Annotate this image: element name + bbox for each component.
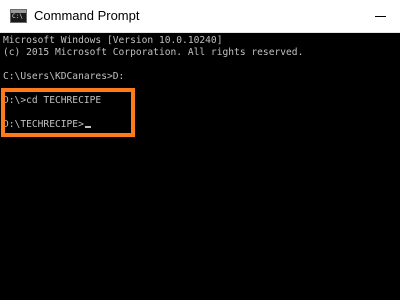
- window-title: Command Prompt: [34, 8, 140, 23]
- minimize-icon: [375, 16, 386, 17]
- minimize-button[interactable]: [365, 5, 395, 27]
- console-line-version: Microsoft Windows [Version 10.0.10240]: [3, 35, 223, 46]
- prompt-text: D:\TECHRECIPE>: [3, 119, 84, 130]
- console-line-copyright: (c) 2015 Microsoft Corporation. All righ…: [3, 47, 304, 58]
- title-bar[interactable]: C:\ Command Prompt: [0, 0, 400, 33]
- console-line-cd-command: D:\>cd TECHRECIPE: [3, 95, 102, 106]
- command-prompt-icon: C:\: [10, 9, 27, 23]
- console-line-change-drive: C:\Users\KDCanares>D:: [3, 71, 125, 82]
- command-prompt-window: C:\ Command Prompt Microsoft Windows [Ve…: [0, 0, 400, 300]
- console-line-prompt[interactable]: D:\TECHRECIPE>: [3, 119, 91, 131]
- text-cursor: [84, 126, 91, 128]
- console-output[interactable]: Microsoft Windows [Version 10.0.10240] (…: [0, 33, 400, 300]
- app-icon-label: C:\: [12, 13, 23, 20]
